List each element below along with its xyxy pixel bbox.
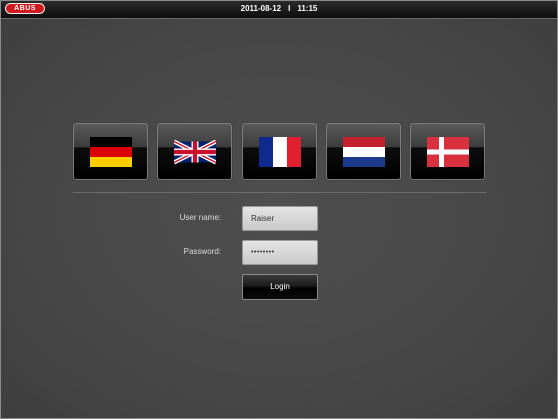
flag-denmark-icon [427,137,469,167]
language-button-danish[interactable] [410,123,485,180]
date-time-separator: I [288,4,291,13]
username-label: User name: [179,213,221,222]
flag-netherlands-icon [343,137,385,167]
flag-france-icon [259,137,301,167]
password-label: Password: [183,247,221,256]
login-window: ABUS 2011-08-12 I 11:15 User name: Raise… [0,0,558,419]
main-area: User name: Raiser Password: •••••••• Log… [1,19,557,418]
language-button-dutch[interactable] [326,123,401,180]
language-button-german[interactable] [73,123,148,180]
top-bar: ABUS 2011-08-12 I 11:15 [1,1,557,19]
flag-uk-icon [174,139,216,165]
time-text: 11:15 [297,4,318,13]
username-field[interactable]: Raiser [242,206,318,231]
divider [73,192,486,193]
date-time-display: 2011-08-12 I 11:15 [1,4,557,13]
password-field[interactable]: •••••••• [242,240,318,265]
date-text: 2011-08-12 [240,4,282,13]
flag-germany-icon [90,137,132,167]
language-button-french[interactable] [242,123,317,180]
language-button-english[interactable] [157,123,232,180]
login-button[interactable]: Login [242,274,318,300]
